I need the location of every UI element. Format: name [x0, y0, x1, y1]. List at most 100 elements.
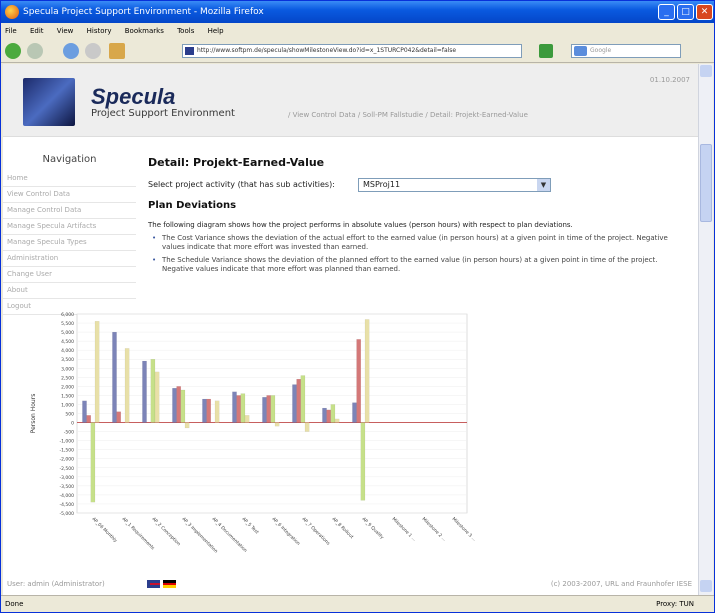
sidebar-item-home[interactable]: Home [3, 171, 136, 187]
chart-bar [356, 339, 361, 423]
maximize-button[interactable]: □ [677, 4, 694, 20]
y-tick-label: 0 [71, 421, 74, 427]
chart-bar [236, 395, 241, 423]
x-tick-label: AP_1 Requirements [121, 516, 157, 552]
scroll-up-icon[interactable] [700, 65, 712, 77]
sidebar-item-administration[interactable]: Administration [3, 251, 136, 267]
chart-bar [244, 415, 250, 423]
vertical-scrollbar[interactable] [698, 64, 713, 595]
chevron-down-icon[interactable]: ▼ [537, 179, 550, 191]
chart-bar [296, 378, 301, 423]
y-tick-label: 1,000 [61, 402, 74, 408]
page-viewport: Specula Project Support Environment / Vi… [3, 64, 698, 595]
date-stamp: 01.10.2007 [649, 76, 690, 84]
sidebar-item-manage-control-data[interactable]: Manage Control Data [3, 203, 136, 219]
language-flags-icon[interactable] [147, 580, 177, 588]
sidebar-item-about[interactable]: About [3, 283, 136, 299]
chart-bar [360, 422, 366, 501]
y-tick-label: -1,500 [59, 448, 74, 454]
chart-bar [304, 422, 310, 432]
menu-edit[interactable]: Edit [30, 27, 44, 35]
chart-bar [180, 389, 186, 423]
menu-bar: File Edit View History Bookmarks Tools H… [1, 23, 714, 39]
menu-history[interactable]: History [87, 27, 112, 35]
chart-bar [214, 400, 220, 423]
chart-bar [202, 398, 207, 423]
menu-view[interactable]: View [57, 27, 74, 35]
address-bar[interactable]: http://www.softpm.de/specula/showMilesto… [182, 44, 522, 58]
sidebar-item-manage-types[interactable]: Manage Specula Types [3, 235, 136, 251]
minimize-button[interactable]: _ [658, 4, 675, 20]
chart-bar [270, 395, 276, 423]
page-header: Specula Project Support Environment / Vi… [3, 64, 698, 137]
y-tick-label: 3,500 [61, 357, 74, 363]
menu-tools[interactable]: Tools [177, 27, 194, 35]
x-tick-label: AP_8 Rollout [331, 516, 355, 540]
status-bar: Done Proxy: TUN [1, 595, 714, 612]
proxy-status: Proxy: TUN [656, 600, 694, 608]
x-tick-label: AP_2 Conception [151, 516, 182, 547]
stop-icon[interactable] [85, 43, 101, 59]
y-tick-label: -4,500 [59, 502, 74, 508]
copyright: (c) 2003-2007, URL and Fraunhofer IESE [550, 580, 692, 588]
go-button[interactable] [539, 44, 553, 58]
chart-bar [352, 402, 357, 423]
y-tick-label: 3,000 [61, 366, 74, 372]
chart-bar [94, 321, 100, 423]
y-tick-label: 2,000 [61, 384, 74, 390]
chart-bar [116, 411, 121, 423]
navigation-toolbar: http://www.softpm.de/specula/showMilesto… [1, 39, 714, 63]
chart-bar [232, 391, 237, 423]
scroll-thumb[interactable] [700, 144, 712, 222]
menu-help[interactable]: Help [208, 27, 224, 35]
back-icon[interactable] [5, 43, 21, 59]
chart-bar [124, 348, 130, 423]
y-tick-label: 4,500 [61, 339, 74, 345]
y-tick-label: -5,000 [59, 511, 74, 517]
search-input[interactable]: Google [571, 44, 681, 58]
activity-select[interactable]: MSProj11 ▼ [358, 178, 551, 192]
sidebar-item-manage-artifacts[interactable]: Manage Specula Artifacts [3, 219, 136, 235]
home-icon[interactable] [109, 43, 125, 59]
x-tick-label: AP_9 Quality [361, 516, 386, 541]
sidebar-item-view-control-data[interactable]: View Control Data [3, 187, 136, 203]
menu-file[interactable]: File [5, 27, 17, 35]
x-tick-label: AP_7 Operations [301, 516, 332, 547]
scroll-down-icon[interactable] [700, 580, 712, 592]
x-tick-label: Milestone 2 ... [421, 516, 448, 543]
y-tick-label: 500 [65, 412, 74, 418]
y-tick-label: 4,000 [61, 348, 74, 354]
y-tick-label: -3,000 [59, 475, 74, 481]
reload-icon[interactable] [63, 43, 79, 59]
page-footer: User: admin (Administrator) (c) 2003-200… [3, 576, 698, 595]
chart-bar [262, 397, 267, 423]
y-tick-label: -2,000 [59, 457, 74, 463]
y-tick-label: -1,000 [59, 439, 74, 445]
breadcrumb[interactable]: / View Control Data / Soll-PM Fallstudie… [288, 111, 528, 119]
list-item: The Schedule Variance shows the deviatio… [148, 256, 678, 274]
y-tick-label: 2,500 [61, 375, 74, 381]
chart-bar [364, 319, 370, 423]
list-item: The Cost Variance shows the deviation of… [148, 234, 678, 252]
chart-bar [176, 386, 181, 423]
site-favicon [185, 47, 194, 55]
chart-bar [300, 375, 306, 423]
chart-bar [90, 422, 96, 503]
intro-text: The following diagram shows how the proj… [148, 221, 573, 229]
y-tick-label: -2,500 [59, 466, 74, 472]
close-button[interactable]: ✕ [696, 4, 713, 20]
chart-bar [112, 331, 117, 423]
window-title: Specula Project Support Environment - Mo… [23, 7, 264, 17]
status-text: Done [5, 600, 24, 608]
specula-logo [23, 78, 75, 126]
x-tick-label: AP_06 Monthly [91, 516, 119, 544]
logged-in-user: User: admin (Administrator) [7, 580, 105, 588]
y-tick-label: 5,500 [61, 321, 74, 327]
sidebar-item-change-user[interactable]: Change User [3, 267, 136, 283]
forward-icon[interactable] [27, 43, 43, 59]
chart-bar [240, 393, 246, 423]
menu-bookmarks[interactable]: Bookmarks [125, 27, 164, 35]
chart-bar [184, 422, 190, 429]
y-tick-label: 5,000 [61, 330, 74, 336]
activity-select-row: Select project activity (that has sub ac… [148, 178, 693, 192]
